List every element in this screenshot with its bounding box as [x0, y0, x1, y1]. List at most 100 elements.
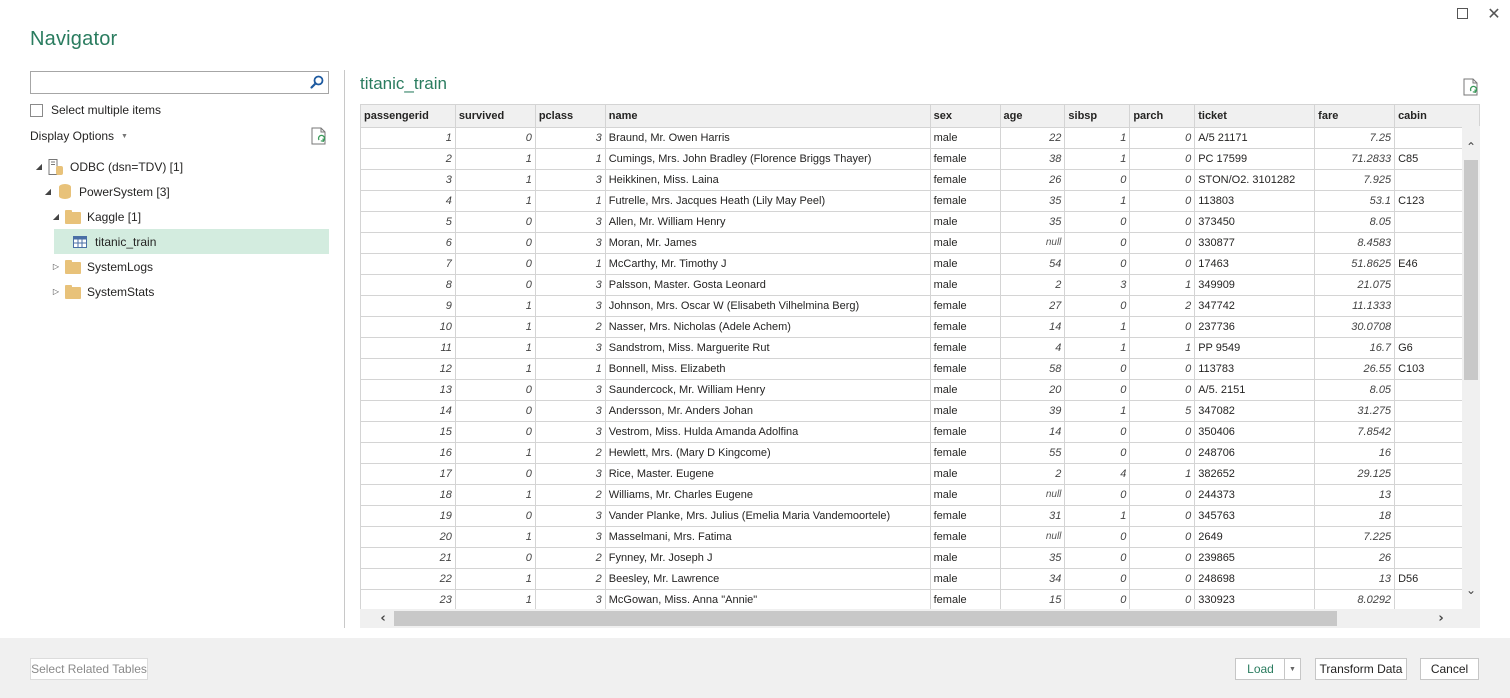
- cell-sex[interactable]: male: [930, 400, 1001, 422]
- cell-parch[interactable]: 0: [1129, 358, 1196, 380]
- cell-age[interactable]: 15: [1000, 589, 1066, 609]
- cell-pclass[interactable]: 1: [535, 190, 606, 212]
- cell-parch[interactable]: 1: [1129, 463, 1196, 485]
- cell-fare[interactable]: 13: [1314, 484, 1396, 506]
- cell-sex[interactable]: female: [930, 589, 1001, 609]
- cell-parch[interactable]: 0: [1129, 127, 1196, 149]
- cell-name[interactable]: Vander Planke, Mrs. Julius (Emelia Maria…: [605, 505, 931, 527]
- cell-fare[interactable]: 7.225: [1314, 526, 1396, 548]
- cell-fare[interactable]: 7.8542: [1314, 421, 1396, 443]
- cell-survived[interactable]: 1: [455, 316, 536, 338]
- cell-sex[interactable]: male: [930, 253, 1001, 275]
- cell-fare[interactable]: 18: [1314, 505, 1396, 527]
- cell-ticket[interactable]: 349909: [1194, 274, 1316, 296]
- cell-ticket[interactable]: 113803: [1194, 190, 1316, 212]
- cell-parch[interactable]: 0: [1129, 190, 1196, 212]
- cell-passengerid[interactable]: 8: [360, 274, 456, 296]
- cell-fare[interactable]: 8.0292: [1314, 589, 1396, 609]
- cell-survived[interactable]: 1: [455, 148, 536, 170]
- load-options-button[interactable]: ▼: [1284, 658, 1301, 680]
- cell-age[interactable]: 35: [1000, 190, 1066, 212]
- cell-pclass[interactable]: 3: [535, 295, 606, 317]
- cell-fare[interactable]: 7.25: [1314, 127, 1396, 149]
- cell-parch[interactable]: 0: [1129, 505, 1196, 527]
- cell-parch[interactable]: 0: [1129, 484, 1196, 506]
- cell-passengerid[interactable]: 10: [360, 316, 456, 338]
- cell-age[interactable]: 26: [1000, 169, 1066, 191]
- cell-age[interactable]: 39: [1000, 400, 1066, 422]
- vertical-scroll-thumb[interactable]: [1464, 160, 1478, 380]
- cell-sex[interactable]: female: [930, 190, 1001, 212]
- horizontal-scrollbar[interactable]: ‹ ›: [360, 609, 1480, 628]
- cell-pclass[interactable]: 3: [535, 127, 606, 149]
- scroll-down-icon[interactable]: ⌄: [1462, 581, 1480, 599]
- cell-sibsp[interactable]: 0: [1064, 358, 1131, 380]
- cell-name[interactable]: Nasser, Mrs. Nicholas (Adele Achem): [605, 316, 931, 338]
- cell-passengerid[interactable]: 7: [360, 253, 456, 275]
- cell-fare[interactable]: 13: [1314, 568, 1396, 590]
- cell-fare[interactable]: 16.7: [1314, 337, 1396, 359]
- cell-passengerid[interactable]: 14: [360, 400, 456, 422]
- cell-fare[interactable]: 8.4583: [1314, 232, 1396, 254]
- search-icon[interactable]: [309, 74, 325, 90]
- cell-sex[interactable]: male: [930, 547, 1001, 569]
- cell-parch[interactable]: 5: [1129, 400, 1196, 422]
- select-related-tables-button[interactable]: Select Related Tables: [30, 658, 148, 680]
- cell-passengerid[interactable]: 20: [360, 526, 456, 548]
- cell-parch[interactable]: 0: [1129, 253, 1196, 275]
- tree-item-titanic-train[interactable]: titanic_train: [54, 229, 329, 254]
- cell-survived[interactable]: 0: [455, 274, 536, 296]
- cell-ticket[interactable]: 350406: [1194, 421, 1316, 443]
- cell-pclass[interactable]: 2: [535, 568, 606, 590]
- cell-age[interactable]: 2: [1000, 463, 1066, 485]
- cell-passengerid[interactable]: 3: [360, 169, 456, 191]
- cell-sex[interactable]: male: [930, 232, 1001, 254]
- cell-age[interactable]: 38: [1000, 148, 1066, 170]
- cell-parch[interactable]: 0: [1129, 547, 1196, 569]
- cell-ticket[interactable]: 248698: [1194, 568, 1316, 590]
- cell-survived[interactable]: 1: [455, 295, 536, 317]
- cell-parch[interactable]: 0: [1129, 148, 1196, 170]
- cell-sibsp[interactable]: 0: [1064, 442, 1131, 464]
- cell-passengerid[interactable]: 11: [360, 337, 456, 359]
- column-header-sex[interactable]: sex: [930, 105, 1001, 128]
- cell-name[interactable]: Vestrom, Miss. Hulda Amanda Adolfina: [605, 421, 931, 443]
- cell-sibsp[interactable]: 0: [1064, 526, 1131, 548]
- cell-name[interactable]: Heikkinen, Miss. Laina: [605, 169, 931, 191]
- cell-parch[interactable]: 2: [1129, 295, 1196, 317]
- cell-ticket[interactable]: 345763: [1194, 505, 1316, 527]
- cell-fare[interactable]: 26: [1314, 547, 1396, 569]
- cell-age[interactable]: 27: [1000, 295, 1066, 317]
- tree-item-powersystem[interactable]: ◢ PowerSystem [3]: [30, 179, 330, 204]
- maximize-button[interactable]: [1452, 4, 1472, 22]
- cell-sex[interactable]: male: [930, 568, 1001, 590]
- search-input[interactable]: [31, 72, 301, 94]
- cell-parch[interactable]: 0: [1129, 568, 1196, 590]
- cell-fare[interactable]: 30.0708: [1314, 316, 1396, 338]
- tree-item-systemstats[interactable]: ▷ SystemStats: [30, 279, 330, 304]
- cell-sex[interactable]: female: [930, 442, 1001, 464]
- cell-ticket[interactable]: 330877: [1194, 232, 1316, 254]
- cell-sibsp[interactable]: 1: [1064, 190, 1131, 212]
- cell-sibsp[interactable]: 4: [1064, 463, 1131, 485]
- cell-fare[interactable]: 21.075: [1314, 274, 1396, 296]
- cell-ticket[interactable]: 382652: [1194, 463, 1316, 485]
- cell-ticket[interactable]: A/5 21171: [1194, 127, 1316, 149]
- cell-ticket[interactable]: STON/O2. 3101282: [1194, 169, 1316, 191]
- expand-toggle-icon[interactable]: ▷: [51, 262, 61, 271]
- column-header-cabin[interactable]: cabin: [1394, 105, 1480, 128]
- column-header-fare[interactable]: fare: [1314, 105, 1396, 128]
- cell-pclass[interactable]: 3: [535, 169, 606, 191]
- select-multiple-items[interactable]: Select multiple items: [30, 103, 161, 117]
- cell-sibsp[interactable]: 0: [1064, 484, 1131, 506]
- cell-name[interactable]: Johnson, Mrs. Oscar W (Elisabeth Vilhelm…: [605, 295, 931, 317]
- cell-parch[interactable]: 1: [1129, 337, 1196, 359]
- cell-ticket[interactable]: 237736: [1194, 316, 1316, 338]
- cell-name[interactable]: Beesley, Mr. Lawrence: [605, 568, 931, 590]
- cell-parch[interactable]: 0: [1129, 589, 1196, 609]
- cell-parch[interactable]: 0: [1129, 421, 1196, 443]
- cell-sibsp[interactable]: 3: [1064, 274, 1131, 296]
- cell-passengerid[interactable]: 18: [360, 484, 456, 506]
- cell-sibsp[interactable]: 1: [1064, 505, 1131, 527]
- cell-sibsp[interactable]: 1: [1064, 337, 1131, 359]
